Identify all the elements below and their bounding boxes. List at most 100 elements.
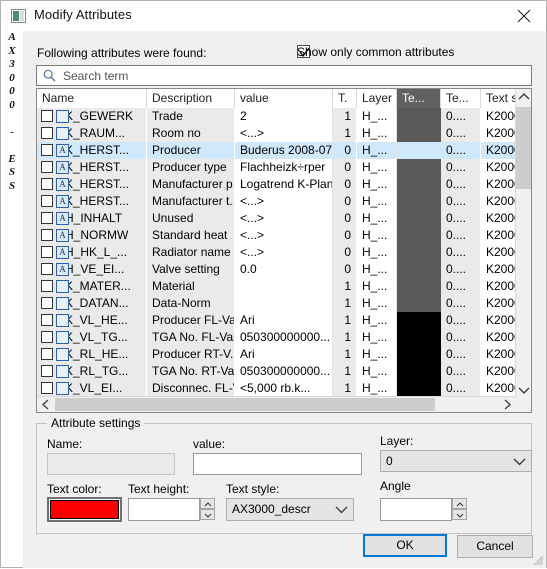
grid-column-header-name[interactable]: Name <box>37 89 147 108</box>
attribute-box-icon <box>56 382 69 395</box>
text-color-swatch[interactable] <box>47 497 122 522</box>
cell-te2: 0.... <box>441 227 481 244</box>
row-checkbox[interactable] <box>41 229 53 241</box>
grid-body[interactable]: K_GEWERK Trade 2 1 H_... 0.... K2000S K_RAUM...… <box>37 108 531 397</box>
cell-layer: H_... <box>357 329 397 346</box>
row-checkbox[interactable] <box>41 348 53 360</box>
grid-column-header-desc[interactable]: Description <box>147 89 235 108</box>
table-row[interactable]: H_VE_EI... A Valve setting 0.0 0 H_... 0.... K2… <box>37 261 531 278</box>
table-row[interactable]: K_HERST... A Producer Buderus 2008-07 0 H_...… <box>37 142 531 159</box>
app-icon <box>11 9 26 23</box>
scrollbar-thumb-horizontal[interactable] <box>55 398 435 411</box>
cell-text-color-swatch <box>397 210 441 227</box>
row-checkbox[interactable] <box>41 297 53 309</box>
row-checkbox[interactable] <box>41 314 53 326</box>
row-checkbox[interactable] <box>41 280 53 292</box>
value-field[interactable] <box>193 453 362 475</box>
cell-layer: H_... <box>357 363 397 380</box>
stepper-down-icon[interactable] <box>200 509 215 520</box>
table-row[interactable]: H_HK_L_... A Radiator name 1 <...> 0 H_... 0..… <box>37 244 531 261</box>
grid-column-header-te1[interactable]: Te... <box>397 89 441 108</box>
row-checkbox[interactable] <box>41 382 53 394</box>
cell-layer: H_... <box>357 295 397 312</box>
cell-layer: H_... <box>357 193 397 210</box>
text-height-stepper[interactable] <box>200 498 215 521</box>
attribute-box-icon <box>56 127 69 140</box>
row-checkbox[interactable] <box>41 144 53 156</box>
dialog-content: Following attributes were found: Show on… <box>23 31 546 568</box>
table-row[interactable]: H_INHALT A Unused <...> 0 H_... 0.... K2000S <box>37 210 531 227</box>
table-row[interactable]: K_VL_EI...Disconnec. FL-V...<5,000 rb.k.… <box>37 380 531 397</box>
row-checkbox[interactable] <box>41 161 53 173</box>
row-checkbox[interactable] <box>41 365 53 377</box>
grid-column-header-val[interactable]: value <box>235 89 333 108</box>
cell-text-color-swatch <box>397 108 441 125</box>
row-checkbox[interactable] <box>41 246 53 258</box>
grid-horizontal-scrollbar[interactable] <box>37 396 531 412</box>
found-label: Following attributes were found: <box>37 46 207 60</box>
table-row[interactable]: K_VL_TG...TGA No. FL-Valve050300000000..… <box>37 329 531 346</box>
table-row[interactable]: K_RL_TG...TGA No. RT-Valve050300000000..… <box>37 363 531 380</box>
table-row[interactable]: K_HERST... A Producer type Flachheizk÷rper 0… <box>37 159 531 176</box>
cell-te2: 0.... <box>441 125 481 142</box>
text-height-field[interactable] <box>128 498 200 521</box>
table-row[interactable]: K_HERST... A Manufacturer t... <...> 0 H_... 0… <box>37 193 531 210</box>
cell-desc: Manufacturer t... <box>147 193 235 210</box>
cell-val: <5,000 rb.k... <box>235 380 333 397</box>
table-row[interactable]: H_NORMW A Standard heat <...> 0 H_... 0.... K20… <box>37 227 531 244</box>
layer-select[interactable]: 0 <box>380 450 532 472</box>
attributes-grid[interactable]: Text st Te... Te... Layer T. value Description… <box>36 88 532 413</box>
table-row[interactable]: K_DATAN... Data-Norm 1 H_... 0.... K2000S <box>37 295 531 312</box>
scroll-right-icon[interactable] <box>498 397 515 412</box>
scrollbar-thumb-vertical[interactable] <box>516 107 531 189</box>
grid-column-header-layer[interactable]: Layer <box>357 89 397 108</box>
angle-field[interactable] <box>380 498 452 521</box>
row-checkbox[interactable] <box>41 178 53 190</box>
cell-layer: H_... <box>357 346 397 363</box>
row-checkbox[interactable] <box>41 331 53 343</box>
table-row[interactable]: K_MATER... Material 1 H_... 0.... K2000S <box>37 278 531 295</box>
row-checkbox[interactable] <box>41 263 53 275</box>
resize-grip[interactable] <box>532 554 544 566</box>
ok-button[interactable]: OK <box>363 534 447 557</box>
row-checkbox[interactable] <box>41 212 53 224</box>
cell-t: 1 <box>333 278 357 295</box>
cell-te2: 0.... <box>441 329 481 346</box>
cell-t: 0 <box>333 176 357 193</box>
table-row[interactable]: K_HERST... A Manufacturer p... Logatrend K-… <box>37 176 531 193</box>
cell-name: H_HK_L_... A <box>37 244 147 261</box>
grid-vertical-scrollbar[interactable] <box>515 89 531 398</box>
row-checkbox[interactable] <box>41 127 53 139</box>
stepper-up-icon[interactable] <box>200 498 215 509</box>
table-row[interactable]: K_RL_HE... Producer RT-V... Ari 1 H_... 0....… <box>37 346 531 363</box>
close-icon[interactable] <box>510 5 538 27</box>
stepper-down-icon-2[interactable] <box>452 509 467 520</box>
modify-attributes-dialog: Modify Attributes AX3000 - ESS Following… <box>0 0 547 568</box>
attribute-box-icon <box>56 348 69 361</box>
table-row[interactable]: K_RAUM... Room no <...> 1 H_... 0.... K2000S <box>37 125 531 142</box>
search-input[interactable]: Search term <box>36 65 532 86</box>
grid-column-header-t[interactable]: T. <box>333 89 357 108</box>
cell-val: Buderus 2008-07 <box>235 142 333 159</box>
cell-text-color-swatch <box>397 363 441 380</box>
row-checkbox[interactable] <box>41 110 53 122</box>
cell-val: 2 <box>235 108 333 125</box>
grid-column-header-te2[interactable]: Te... <box>441 89 481 108</box>
table-row[interactable]: K_VL_HE...Producer FL-Va...Ari1H_... 0...… <box>37 312 531 329</box>
text-style-select[interactable]: AX3000_descr <box>226 498 354 521</box>
angle-stepper[interactable] <box>452 498 467 521</box>
row-checkbox[interactable] <box>41 195 53 207</box>
cell-layer: H_... <box>357 176 397 193</box>
cell-val: <...> <box>235 125 333 142</box>
cell-desc: Producer type <box>147 159 235 176</box>
scroll-left-icon[interactable] <box>37 397 54 412</box>
cell-text-color-swatch <box>397 278 441 295</box>
table-row[interactable]: K_GEWERK Trade 2 1 H_... 0.... K2000S <box>37 108 531 125</box>
scroll-up-icon[interactable] <box>516 89 531 106</box>
cell-desc: Producer <box>147 142 235 159</box>
cell-t: 1 <box>333 380 357 397</box>
cell-text-color-swatch <box>397 244 441 261</box>
cancel-button[interactable]: Cancel <box>457 535 533 558</box>
name-field[interactable] <box>47 453 175 475</box>
stepper-up-icon-2[interactable] <box>452 498 467 509</box>
